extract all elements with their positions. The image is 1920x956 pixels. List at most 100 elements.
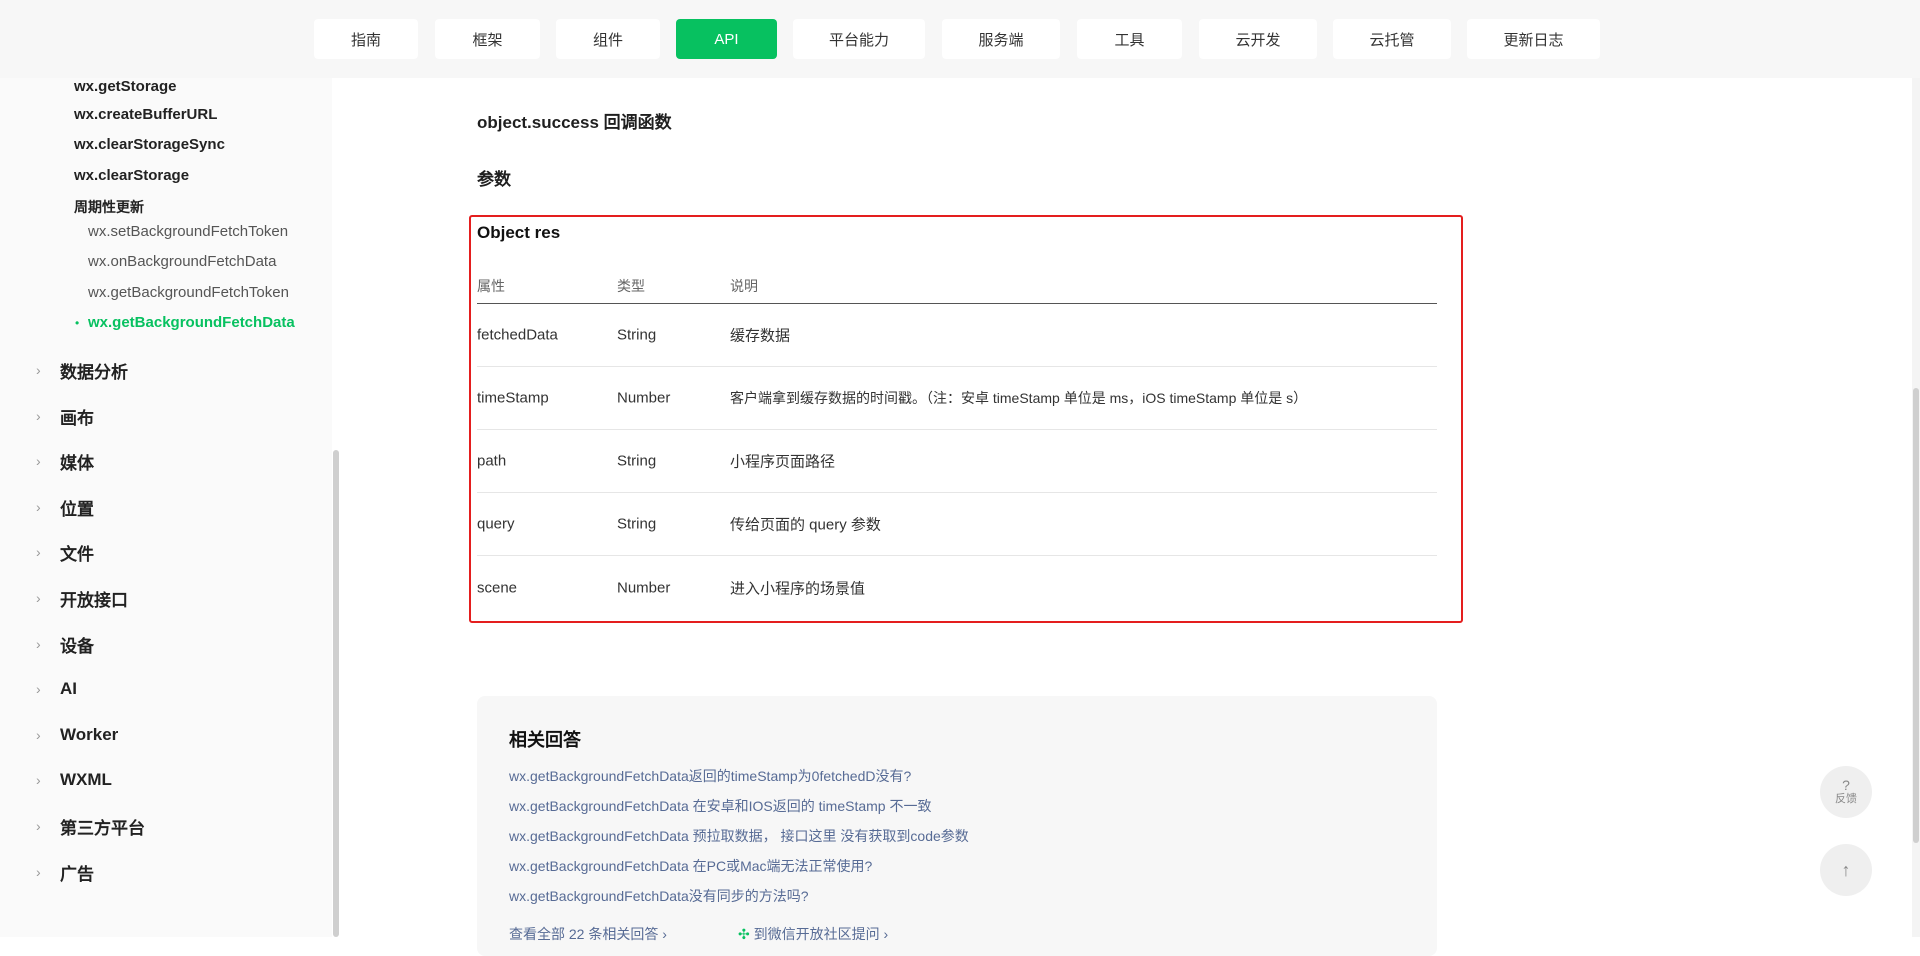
chevron-right-icon: › — [36, 408, 41, 424]
view-all-answers-link[interactable]: 查看全部 22 条相关回答 › — [509, 924, 667, 944]
tab-framework[interactable]: 框架 — [435, 19, 540, 59]
cell-description: 客户端拿到缓存数据的时间戳。（注：安卓 timeStamp 单位是 ms，iOS… — [730, 390, 1308, 406]
sidebar-category-label: 广告 — [60, 864, 94, 884]
cell-property: path — [477, 452, 507, 470]
table-row: path String 小程序页面路径 — [477, 430, 1437, 493]
chevron-right-icon: › — [36, 636, 41, 652]
ask-community-link[interactable]: ✣ 到微信开放社区提问 › — [738, 924, 888, 944]
sidebar-category-label: 文件 — [60, 544, 94, 564]
sidebar-category-canvas[interactable]: › 画布 — [36, 404, 94, 428]
chevron-right-icon: › — [36, 590, 41, 606]
sidebar-category-label: Worker — [60, 725, 119, 744]
page-scrollbar[interactable] — [1912, 78, 1920, 937]
sidebar-item-clearstoragesync[interactable]: wx.clearStorageSync — [74, 136, 225, 153]
tab-guide[interactable]: 指南 — [314, 19, 418, 59]
sidebar-category-label: 画布 — [60, 408, 94, 428]
related-answer-link[interactable]: wx.getBackgroundFetchData 预拉取数据， 接口这里 没有… — [509, 826, 969, 846]
chevron-right-icon: › — [36, 499, 41, 515]
chevron-right-icon: › — [36, 681, 41, 697]
top-nav: 指南 框架 组件 API 平台能力 服务端 工具 云开发 云托管 更新日志 — [0, 0, 1920, 78]
table-row: timeStamp Number 客户端拿到缓存数据的时间戳。（注：安卓 tim… — [477, 367, 1437, 430]
related-answer-link[interactable]: wx.getBackgroundFetchData返回的timeStamp为0f… — [509, 766, 911, 786]
sidebar-category-ads[interactable]: › 广告 — [36, 860, 94, 884]
sidebar-category-label: 位置 — [60, 499, 94, 519]
callback-heading: object.success 回调函数 — [477, 113, 672, 132]
back-to-top-button[interactable]: ↑ — [1820, 844, 1872, 896]
tab-platform[interactable]: 平台能力 — [793, 19, 925, 59]
cell-property: timeStamp — [477, 389, 549, 407]
related-answers-panel: 相关回答 wx.getBackgroundFetchData返回的timeSta… — [477, 696, 1437, 956]
sidebar-category-label: WXML — [60, 770, 112, 789]
sidebar-group-periodic-update[interactable]: 周期性更新 — [74, 197, 144, 217]
sidebar-scrollbar[interactable] — [333, 450, 339, 937]
cell-description: 进入小程序的场景值 — [730, 580, 866, 597]
tab-server[interactable]: 服务端 — [942, 19, 1060, 59]
sidebar: wx.getStorage wx.createBufferURL wx.clea… — [0, 78, 332, 937]
cell-type: String — [617, 515, 657, 533]
sidebar-category-label: 开放接口 — [60, 590, 128, 610]
header-description: 说明 — [730, 278, 758, 294]
related-answer-link[interactable]: wx.getBackgroundFetchData没有同步的方法吗? — [509, 886, 809, 906]
sidebar-category-ai[interactable]: › AI — [36, 677, 77, 701]
table-row: fetchedData String 缓存数据 — [477, 304, 1437, 367]
sidebar-category-wxml[interactable]: › WXML — [36, 768, 112, 792]
sidebar-category-open-api[interactable]: › 开放接口 — [36, 586, 128, 610]
cell-property: query — [477, 515, 515, 533]
sidebar-item-createbufferurl[interactable]: wx.createBufferURL — [74, 106, 217, 123]
table-row: query String 传给页面的 query 参数 — [477, 493, 1437, 556]
tab-cloud-hosting[interactable]: 云托管 — [1333, 19, 1451, 59]
tab-changelog[interactable]: 更新日志 — [1467, 19, 1600, 59]
active-bullet-icon: • — [75, 316, 80, 330]
sidebar-leaf-onbackgroundfetchdata[interactable]: wx.onBackgroundFetchData — [88, 253, 276, 270]
sidebar-category-file[interactable]: › 文件 — [36, 540, 94, 564]
sidebar-category-label: 媒体 — [60, 453, 94, 473]
sidebar-category-label: 设备 — [60, 636, 94, 656]
chevron-right-icon: › — [36, 864, 41, 880]
sidebar-category-third-party[interactable]: › 第三方平台 — [36, 814, 145, 838]
cell-property: fetchedData — [477, 326, 558, 344]
sidebar-category-label: 数据分析 — [60, 362, 128, 382]
sidebar-category-label: 第三方平台 — [60, 818, 145, 838]
tab-tools[interactable]: 工具 — [1077, 19, 1182, 59]
chevron-right-icon: › — [36, 818, 41, 834]
chevron-right-icon: › — [36, 362, 41, 378]
cell-description: 小程序页面路径 — [730, 453, 836, 471]
sidebar-category-worker[interactable]: › Worker — [36, 723, 118, 747]
chevron-right-icon: › — [36, 453, 41, 469]
sidebar-category-data-analysis[interactable]: › 数据分析 — [36, 358, 128, 382]
sidebar-leaf-getbackgroundfetchtoken[interactable]: wx.getBackgroundFetchToken — [88, 284, 289, 301]
object-title: Object res — [477, 223, 561, 242]
table-row: scene Number 进入小程序的场景值 — [477, 556, 1437, 619]
cell-description: 缓存数据 — [730, 327, 791, 345]
question-icon: ? — [1842, 777, 1850, 793]
chevron-right-icon: › — [36, 727, 41, 743]
tab-components[interactable]: 组件 — [556, 19, 660, 59]
cell-description: 传给页面的 query 参数 — [730, 516, 881, 534]
related-answer-link[interactable]: wx.getBackgroundFetchData 在安卓和IOS返回的 tim… — [509, 796, 931, 816]
sidebar-item-clearstorage[interactable]: wx.clearStorage — [74, 167, 189, 184]
chevron-right-icon: › — [36, 544, 41, 560]
params-table: 属性 类型 说明 fetchedData String 缓存数据 timeSta… — [477, 264, 1437, 619]
sidebar-leaf-getbackgroundfetchdata[interactable]: wx.getBackgroundFetchData — [88, 314, 295, 331]
cell-type: Number — [617, 389, 671, 407]
sidebar-category-label: AI — [60, 679, 77, 698]
cell-type: String — [617, 326, 657, 344]
main-content: object.success 回调函数 参数 Object res 属性 类型 … — [340, 78, 1920, 956]
feedback-label: 反馈 — [1835, 793, 1857, 805]
cell-property: scene — [477, 579, 518, 596]
header-type: 类型 — [617, 278, 645, 294]
feedback-button[interactable]: ? 反馈 — [1820, 766, 1872, 818]
sidebar-category-media[interactable]: › 媒体 — [36, 449, 94, 473]
sidebar-category-location[interactable]: › 位置 — [36, 495, 94, 519]
related-answers-title: 相关回答 — [509, 730, 581, 750]
page-scrollbar-thumb[interactable] — [1913, 388, 1919, 843]
tab-cloud-dev[interactable]: 云开发 — [1199, 19, 1317, 59]
cell-type: Number — [617, 579, 671, 596]
related-answer-link[interactable]: wx.getBackgroundFetchData 在PC或Mac端无法正常使用… — [509, 856, 872, 876]
tab-api[interactable]: API — [676, 19, 777, 59]
arrow-up-icon: ↑ — [1841, 859, 1851, 880]
sidebar-category-device[interactable]: › 设备 — [36, 632, 94, 656]
sidebar-item-getstorage[interactable]: wx.getStorage — [74, 78, 177, 95]
community-icon: ✣ — [738, 926, 754, 942]
sidebar-leaf-setbackgroundfetchtoken[interactable]: wx.setBackgroundFetchToken — [88, 223, 288, 240]
